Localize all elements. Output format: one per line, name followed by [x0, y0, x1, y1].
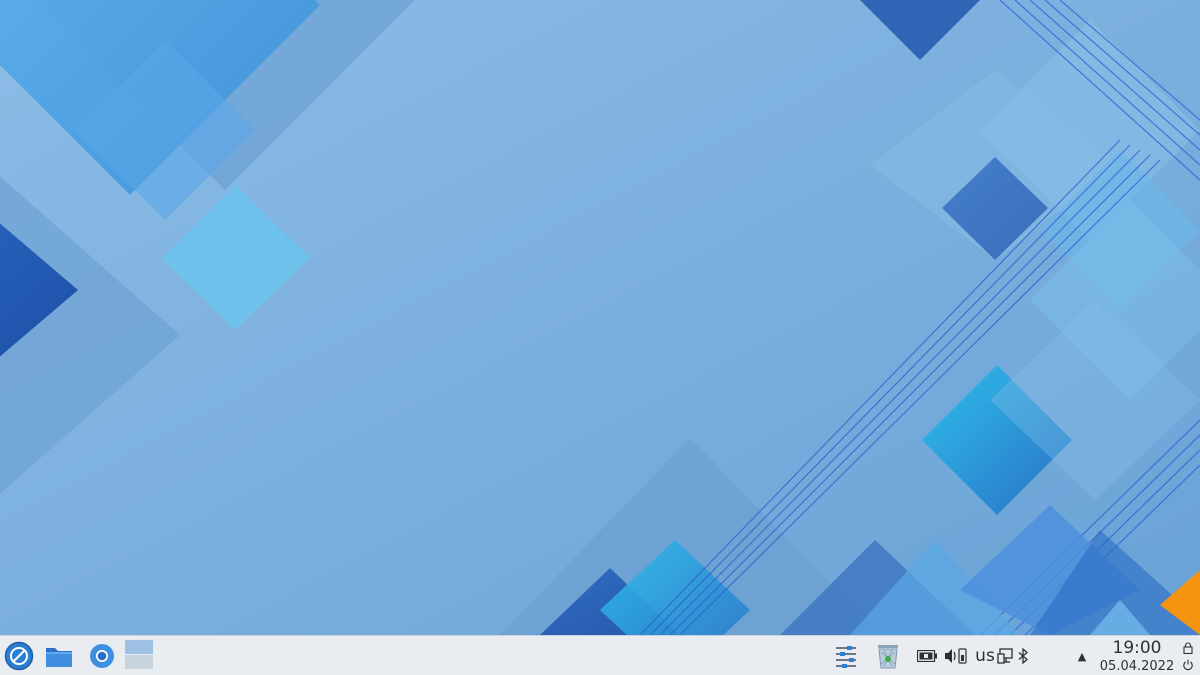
power-icon — [1183, 659, 1193, 671]
network-indicator[interactable] — [994, 644, 1016, 668]
clock-time: 19:00 — [1112, 637, 1162, 658]
bluetooth-indicator[interactable] — [1014, 644, 1032, 668]
desktop-wallpaper — [0, 0, 1200, 635]
trash-icon — [878, 645, 898, 669]
desktop-2[interactable] — [125, 655, 153, 669]
audio-mixer-button[interactable] — [830, 640, 862, 672]
battery-icon — [917, 650, 937, 662]
desktop-1[interactable] — [125, 640, 153, 654]
application-launcher-icon — [4, 641, 34, 671]
virtual-desktop-pager[interactable] — [124, 639, 154, 672]
keyboard-layout-label: us — [975, 646, 995, 666]
taskbar: us ▲ 19:00 05.04.2022 — [0, 635, 1200, 675]
clock-date: 05.04.2022 — [1099, 658, 1175, 674]
power-button[interactable] — [1180, 657, 1196, 673]
web-browser-button[interactable] — [85, 639, 119, 673]
network-icon — [997, 648, 1013, 664]
volume-icon — [945, 648, 967, 664]
trash-button[interactable] — [872, 639, 904, 673]
expand-arrow-icon: ▲ — [1077, 649, 1087, 663]
application-launcher-button[interactable] — [2, 639, 36, 673]
system-tray-expander[interactable]: ▲ — [1072, 646, 1092, 666]
battery-indicator[interactable] — [915, 644, 939, 668]
bluetooth-icon — [1018, 648, 1028, 664]
folder-icon — [46, 648, 72, 667]
mixer-icon — [836, 646, 856, 668]
lock-screen-button[interactable] — [1180, 640, 1196, 656]
file-manager-button[interactable] — [42, 639, 76, 673]
chromium-icon — [90, 644, 114, 668]
lock-icon — [1183, 642, 1193, 654]
digital-clock[interactable]: 19:00 05.04.2022 — [1096, 638, 1178, 674]
volume-control[interactable] — [943, 644, 969, 668]
